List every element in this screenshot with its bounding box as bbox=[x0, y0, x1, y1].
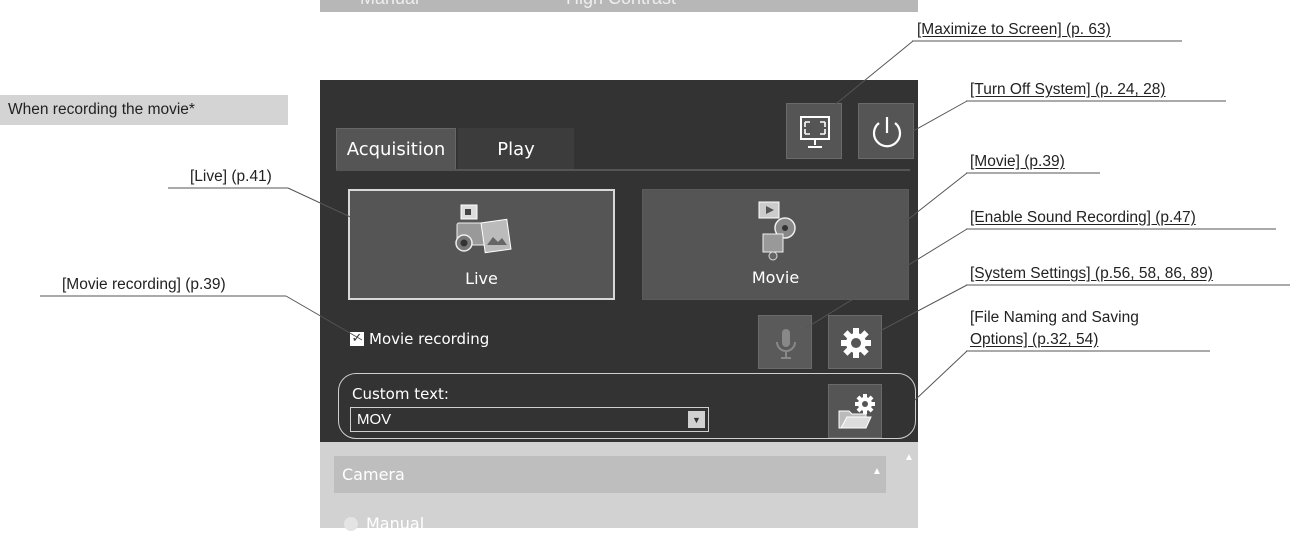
annotation-turn-off: [Turn Off System] (p. 24, 28) bbox=[970, 81, 1166, 98]
annotation-file-naming-line2: Options] (p.32, 54) bbox=[970, 331, 1099, 348]
manual-radio[interactable]: Manual bbox=[344, 514, 424, 533]
tab-divider bbox=[336, 169, 910, 171]
manual-radio-label: Manual bbox=[366, 514, 425, 533]
turn-off-system-button[interactable] bbox=[858, 103, 914, 159]
top-strip-manual-text: Manual bbox=[360, 0, 419, 9]
gear-icon bbox=[841, 328, 871, 358]
enable-sound-recording-button[interactable] bbox=[758, 315, 812, 369]
checkbox-check-icon: ✓ bbox=[350, 331, 364, 346]
collapse-icon[interactable]: ▲ bbox=[872, 466, 882, 477]
maximize-icon bbox=[800, 116, 830, 148]
top-strip-contrast-text: High Contrast bbox=[566, 0, 676, 9]
maximize-screen-button[interactable] bbox=[786, 103, 842, 159]
scroll-up-icon[interactable]: ▲ bbox=[904, 452, 914, 463]
tab-acquisition[interactable]: Acquisition bbox=[336, 128, 456, 170]
tab-play[interactable]: Play bbox=[458, 128, 574, 170]
annotation-movie: [Movie] (p.39) bbox=[970, 153, 1065, 170]
movie-button[interactable]: Movie bbox=[642, 189, 909, 300]
movie-recording-label: Movie recording bbox=[369, 330, 490, 348]
power-icon bbox=[872, 117, 902, 148]
radio-icon bbox=[344, 516, 358, 531]
file-naming-highlight bbox=[338, 373, 916, 439]
movie-button-label: Movie bbox=[751, 268, 800, 287]
video-camera-icon bbox=[454, 204, 512, 254]
microphone-icon bbox=[776, 329, 796, 359]
movie-reel-icon bbox=[758, 201, 796, 261]
annotation-movie-recording: [Movie recording] (p.39) bbox=[62, 276, 226, 293]
annotation-system-settings: [System Settings] (p.56, 58, 86, 89) bbox=[970, 265, 1213, 282]
annotation-maximize: [Maximize to Screen] (p. 63) bbox=[917, 21, 1111, 38]
annotation-file-naming-line1: [File Naming and Saving bbox=[970, 309, 1139, 326]
recording-note-text: When recording the movie* bbox=[8, 101, 195, 118]
recording-note-badge: When recording the movie* bbox=[0, 95, 288, 125]
annotation-live: [Live] (p.41) bbox=[190, 168, 272, 185]
live-button-label: Live bbox=[465, 269, 498, 288]
camera-section-header[interactable]: Camera bbox=[334, 456, 886, 493]
system-settings-button[interactable] bbox=[828, 315, 882, 369]
top-strip: Manual High Contrast bbox=[320, 0, 918, 12]
annotation-sound: [Enable Sound Recording] (p.47) bbox=[970, 209, 1196, 226]
live-button[interactable]: Live bbox=[348, 189, 615, 300]
movie-recording-checkbox[interactable]: ✓ Movie recording bbox=[350, 330, 489, 348]
